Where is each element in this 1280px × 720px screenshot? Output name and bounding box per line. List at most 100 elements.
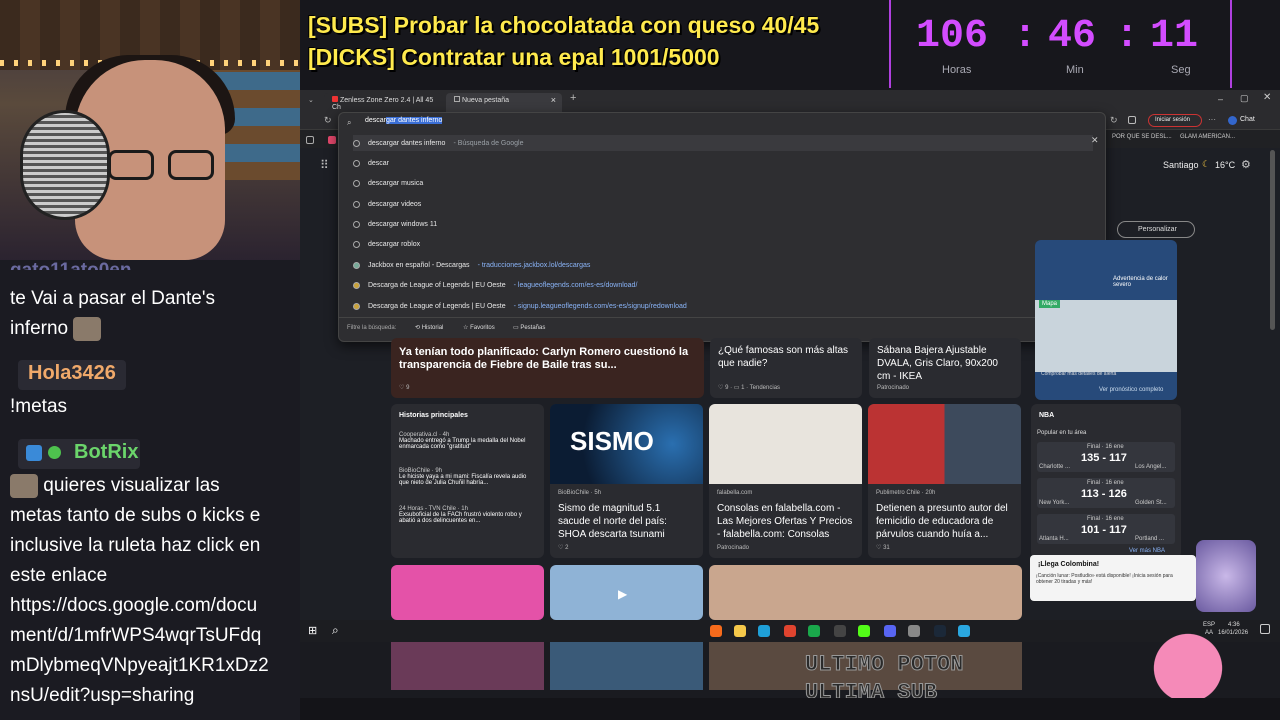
search-icon[interactable]: ⌕ bbox=[332, 623, 339, 638]
firefox-icon[interactable] bbox=[710, 625, 722, 637]
chat-link[interactable]: ment/d/1mfrWPS4wqrTsUFdq bbox=[10, 621, 261, 651]
tab-menu-icon[interactable]: ⌄ bbox=[308, 96, 316, 104]
nba-more-link[interactable]: Ver más NBA bbox=[1129, 548, 1165, 554]
suggestion-item[interactable]: descargar windows 11 bbox=[353, 216, 437, 232]
favorite-item[interactable]: POR QUE SE DESL... bbox=[1112, 134, 1172, 140]
news-card-sismo[interactable]: SISMO BioBioChile · 5h Sismo de magnitud… bbox=[550, 404, 703, 558]
youtube-icon bbox=[332, 96, 338, 102]
sidebar-icon[interactable] bbox=[1128, 116, 1136, 124]
app-icon[interactable] bbox=[808, 625, 820, 637]
notification-toast[interactable]: ¡Llega Colombina! ¡Canción lunar: Postlu… bbox=[1030, 555, 1196, 601]
screen-mirror-strip: ULTIMO POTON ULTIMA SUB bbox=[300, 632, 1280, 720]
search-icon bbox=[353, 220, 360, 228]
news-card-image[interactable] bbox=[709, 565, 1022, 620]
nba-card[interactable]: NBA Popular en tu área Final · 16 ene 13… bbox=[1031, 404, 1181, 558]
apps-grid-icon[interactable]: ⠿ bbox=[320, 158, 329, 172]
app-icon[interactable] bbox=[958, 625, 970, 637]
tab-zenless[interactable]: Zenless Zone Zero 2.4 | All 45 Ch bbox=[324, 93, 442, 112]
news-card-main[interactable]: Ya tenían todo planificado: Carlyn Romer… bbox=[391, 338, 704, 398]
chrome-icon[interactable] bbox=[784, 625, 796, 637]
steam-icon[interactable] bbox=[934, 625, 946, 637]
timer-separator: : bbox=[1115, 14, 1140, 59]
language-indicator[interactable]: ESP bbox=[1203, 622, 1215, 628]
nba-game[interactable]: Final · 16 ene 135 - 117 Charlotte ... L… bbox=[1037, 442, 1175, 472]
suggestion-item[interactable]: descargar musica bbox=[353, 175, 423, 191]
suggestion-item[interactable]: Descarga de League of Legends | EU Oeste… bbox=[353, 298, 687, 314]
news-card-famous[interactable]: ¿Qué famosas son más altas que nadie? ♡ … bbox=[710, 338, 862, 398]
falabella-image bbox=[709, 404, 862, 484]
tab-strip: ⌄ Zenless Zone Zero 2.4 | All 45 Ch Nuev… bbox=[300, 90, 1280, 112]
reload-icon[interactable]: ↻ bbox=[324, 115, 332, 126]
chat-link[interactable]: mDlybmeqVNpyeajt1KR1xDz2 bbox=[10, 651, 269, 681]
chat-username[interactable]: Hola3426 bbox=[18, 360, 126, 390]
chat-bot-username[interactable]: BotRix bbox=[18, 439, 140, 469]
suggestion-item[interactable]: descar bbox=[353, 155, 389, 171]
nba-game[interactable]: Final · 16 ene 101 - 117 Atlanta H... Po… bbox=[1037, 514, 1175, 544]
filter-favorites[interactable]: ☆ Favoritos bbox=[463, 324, 495, 331]
nba-game[interactable]: Final · 16 ene 113 - 126 New York... Gol… bbox=[1037, 478, 1175, 508]
discord-icon[interactable] bbox=[884, 625, 896, 637]
personalize-button[interactable]: Personalizar bbox=[1117, 221, 1195, 238]
map-tab[interactable]: Mapa bbox=[1039, 300, 1061, 308]
top-stories-card[interactable]: Historias principales Cooperativa.cl · 4… bbox=[391, 404, 544, 558]
instagram-icon[interactable] bbox=[328, 136, 336, 144]
news-card-image[interactable] bbox=[391, 565, 544, 620]
tabs-icon[interactable] bbox=[306, 136, 314, 144]
story-item[interactable]: Cooperativa.cl · 4h Machado entregó a Tru… bbox=[399, 432, 535, 450]
weather-card[interactable]: Advertencia de calor severo Mapa Comprob… bbox=[1035, 240, 1177, 400]
close-tab-icon[interactable]: × bbox=[551, 95, 556, 105]
close-window-button[interactable]: ✕ bbox=[1263, 92, 1271, 103]
suggestion-item[interactable]: Descarga de League of Legends | EU Oeste… bbox=[353, 277, 637, 293]
news-card-crime[interactable]: Publimetro Chile · 20h Detienen a presun… bbox=[868, 404, 1021, 558]
sismo-image-text: SISMO bbox=[570, 426, 654, 456]
forecast-link[interactable]: Ver pronóstico completo bbox=[1099, 387, 1163, 393]
chat-link[interactable]: nsU/edit?usp=sharing bbox=[10, 681, 194, 711]
suggestion-item[interactable]: descargar dantes inferno - Búsqueda de Go… bbox=[353, 135, 1093, 151]
scrollbar[interactable] bbox=[1270, 150, 1275, 330]
kick-icon[interactable] bbox=[858, 625, 870, 637]
favorite-item[interactable]: GLAM AMERICAN... bbox=[1180, 134, 1235, 140]
video-card[interactable]: ▶ bbox=[550, 565, 703, 620]
notifications-icon[interactable] bbox=[1260, 624, 1270, 634]
star-icon: ☆ bbox=[463, 325, 469, 331]
story-item[interactable]: 24 Horas - TVN Chile · 1h Exsuboficial de… bbox=[399, 506, 535, 524]
maximize-button[interactable]: ▢ bbox=[1240, 93, 1249, 104]
site-icon bbox=[353, 302, 360, 310]
ad-card-falabella[interactable]: falabella.com Consolas en falabella.com … bbox=[709, 404, 862, 558]
tab-new-tab[interactable]: Nueva pestaña × bbox=[446, 93, 562, 112]
edge-icon[interactable] bbox=[758, 625, 770, 637]
settings-gear-icon[interactable]: ⚙ bbox=[1241, 158, 1251, 171]
bot-badge-icon bbox=[26, 445, 42, 461]
close-icon[interactable]: ✕ bbox=[1091, 135, 1099, 146]
timer-divider-left bbox=[889, 0, 891, 88]
weather-details-link[interactable]: Comprobar más detalles de alerta bbox=[1041, 371, 1116, 377]
folder-icon[interactable] bbox=[734, 625, 746, 637]
filter-tabs[interactable]: ▭ Pestañas bbox=[513, 324, 545, 331]
suggestion-item[interactable]: descargar videos bbox=[353, 196, 421, 212]
app-icon[interactable] bbox=[908, 625, 920, 637]
more-icon[interactable]: ··· bbox=[1208, 115, 1216, 124]
suggestion-item[interactable]: Jackbox en español - Descargas - traducci… bbox=[353, 257, 590, 273]
chat-link[interactable]: https://docs.google.com/docu bbox=[10, 591, 257, 621]
new-tab-button[interactable]: + bbox=[570, 92, 576, 104]
refresh-icon[interactable]: ↻ bbox=[1110, 115, 1118, 126]
start-icon[interactable]: ⊞ bbox=[308, 624, 317, 637]
minimize-button[interactable]: – bbox=[1218, 94, 1223, 104]
chat-button[interactable]: Chat bbox=[1240, 116, 1255, 123]
clock-time[interactable]: 4:36 bbox=[1228, 622, 1240, 628]
play-icon[interactable]: ▶ bbox=[618, 587, 627, 601]
weather-map[interactable] bbox=[1035, 300, 1177, 372]
story-item[interactable]: BioBioChile · 9h Le hiciste yaya a mi mam… bbox=[399, 468, 535, 486]
copilot-icon[interactable] bbox=[1228, 116, 1237, 125]
filter-history[interactable]: ⟲ Historial bbox=[415, 324, 443, 331]
ad-card-ikea[interactable]: Sábana Bajera Ajustable DVALA, Gris Clar… bbox=[869, 338, 1021, 398]
address-bar[interactable]: descargar dantes inferno bbox=[365, 117, 443, 124]
chat-message-line: inferno bbox=[10, 318, 69, 339]
obs-icon[interactable] bbox=[834, 625, 846, 637]
signin-button[interactable]: Iniciar sesión bbox=[1148, 114, 1202, 127]
suggestion-item[interactable]: descargar roblox bbox=[353, 236, 420, 252]
like-icon: ♡ bbox=[399, 385, 405, 391]
mirror-taskbar bbox=[300, 698, 1280, 720]
crime-image bbox=[868, 404, 1021, 484]
site-icon bbox=[353, 261, 360, 269]
